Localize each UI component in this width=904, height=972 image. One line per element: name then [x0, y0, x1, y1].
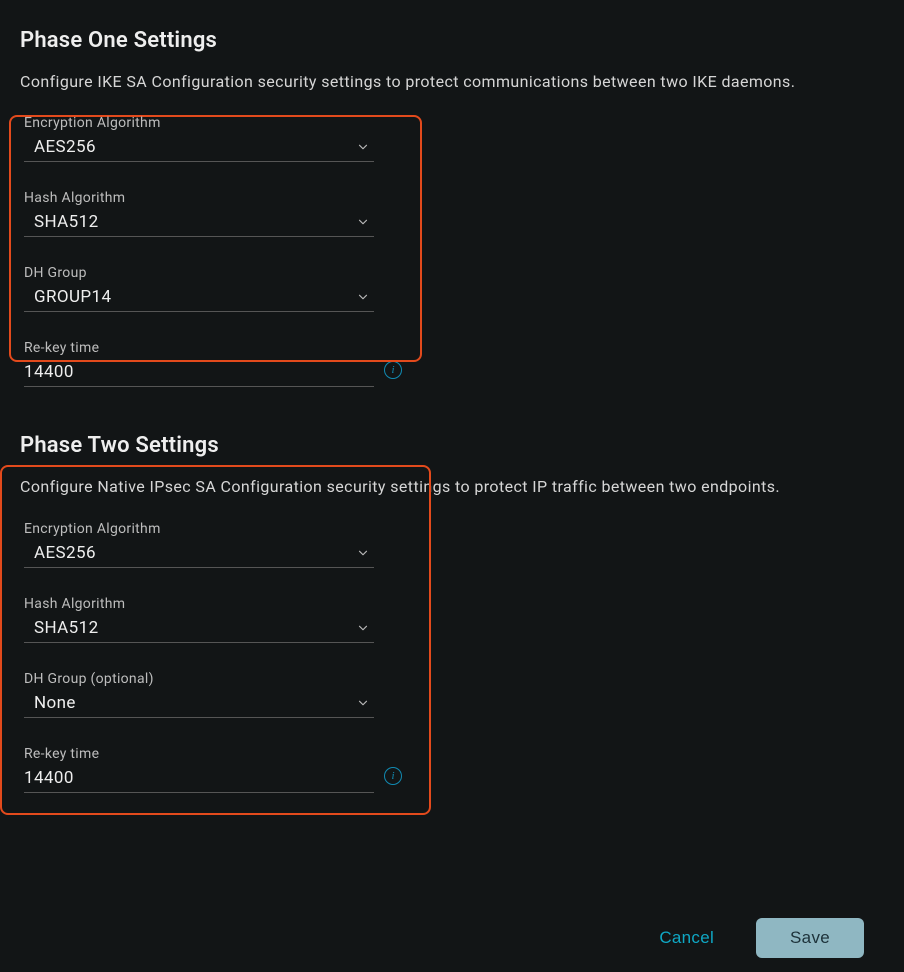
phase-two-rekey-input[interactable]: 14400: [24, 766, 374, 793]
select-value: AES256: [24, 543, 96, 563]
phase-two-rekey-row: Re-key time 14400 i: [24, 746, 422, 793]
chevron-down-icon: [354, 288, 372, 306]
field-label: Encryption Algorithm: [24, 115, 374, 131]
field-label: Hash Algorithm: [24, 190, 374, 206]
cancel-button[interactable]: Cancel: [655, 922, 718, 954]
phase-one-dhgroup-field: DH Group GROUP14: [24, 265, 374, 312]
select-value: GROUP14: [24, 287, 111, 307]
phase-one-rekey-row: Re-key time 14400 i: [24, 340, 422, 387]
field-label: Re-key time: [24, 340, 374, 356]
phase-one-title: Phase One Settings: [20, 28, 884, 53]
phase-one-encryption-select[interactable]: AES256: [24, 135, 374, 162]
field-label: Re-key time: [24, 746, 374, 762]
phase-one-encryption-field: Encryption Algorithm AES256: [24, 115, 374, 162]
phase-two-hash-field: Hash Algorithm SHA512: [24, 596, 374, 643]
save-button[interactable]: Save: [756, 918, 864, 958]
field-label: Encryption Algorithm: [24, 521, 374, 537]
info-icon[interactable]: i: [384, 361, 402, 379]
phase-two-encryption-field: Encryption Algorithm AES256: [24, 521, 374, 568]
phase-one-description: Configure IKE SA Configuration security …: [20, 71, 884, 93]
chevron-down-icon: [354, 619, 372, 637]
phase-two-dhgroup-field: DH Group (optional) None: [24, 671, 374, 718]
field-label: DH Group: [24, 265, 374, 281]
footer-actions: Cancel Save: [655, 918, 864, 958]
phase-two-hash-select[interactable]: SHA512: [24, 616, 374, 643]
phase-one-hash-select[interactable]: SHA512: [24, 210, 374, 237]
phase-two-encryption-select[interactable]: AES256: [24, 541, 374, 568]
phase-two-description: Configure Native IPsec SA Configuration …: [20, 476, 884, 498]
field-label: Hash Algorithm: [24, 596, 374, 612]
chevron-down-icon: [354, 694, 372, 712]
phase-two-title: Phase Two Settings: [20, 433, 884, 458]
select-value: AES256: [24, 137, 96, 157]
input-value: 14400: [24, 362, 74, 382]
info-icon[interactable]: i: [384, 767, 402, 785]
chevron-down-icon: [354, 544, 372, 562]
select-value: SHA512: [24, 212, 99, 232]
field-label: DH Group (optional): [24, 671, 374, 687]
chevron-down-icon: [354, 213, 372, 231]
phase-two-dhgroup-select[interactable]: None: [24, 691, 374, 718]
select-value: SHA512: [24, 618, 99, 638]
phase-one-dhgroup-select[interactable]: GROUP14: [24, 285, 374, 312]
chevron-down-icon: [354, 138, 372, 156]
phase-one-hash-field: Hash Algorithm SHA512: [24, 190, 374, 237]
input-value: 14400: [24, 768, 74, 788]
phase-one-rekey-input[interactable]: 14400: [24, 360, 374, 387]
select-value: None: [24, 693, 76, 713]
